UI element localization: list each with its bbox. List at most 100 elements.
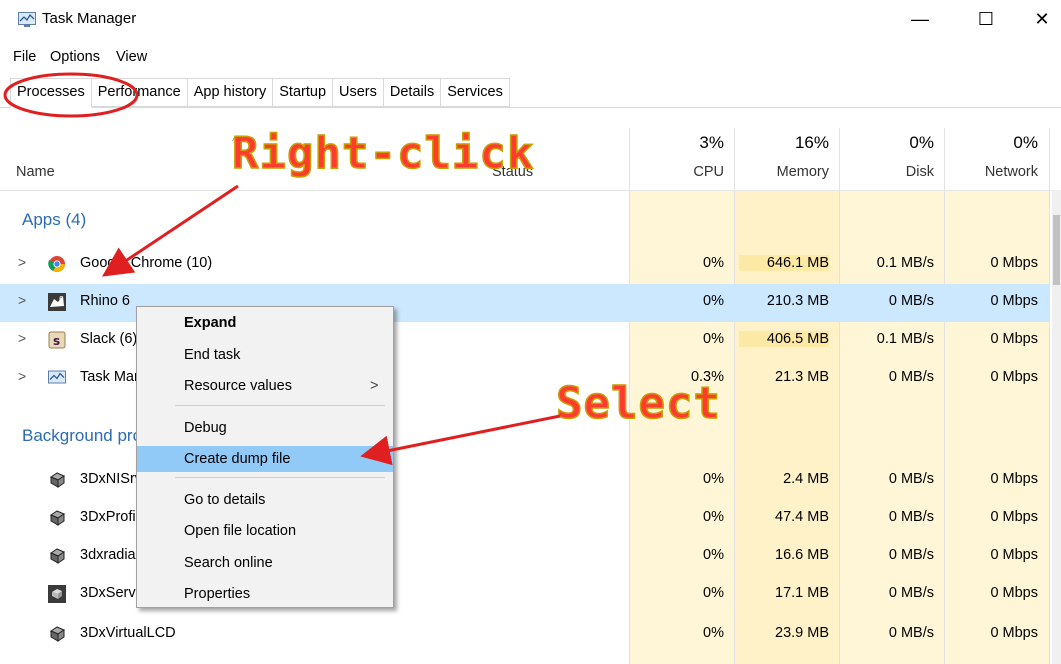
menu-item-go-to-details[interactable]: Go to details [137, 487, 393, 513]
chrome-icon [48, 256, 65, 272]
select-annotation: Select [555, 377, 721, 430]
memory-value: 17.1 MB [775, 585, 829, 601]
scrollbar-thumb[interactable] [1053, 215, 1060, 285]
svg-text:6: 6 [59, 295, 64, 303]
disk-header-percent[interactable]: 0% [844, 133, 934, 153]
cpu-header-percent[interactable]: 3% [634, 133, 724, 153]
context-menu: Expand End task Resource values > Debug C… [136, 306, 394, 608]
network-value: 0 Mbps [990, 293, 1038, 309]
menu-item-create-dump-file[interactable]: Create dump file [137, 446, 393, 472]
memory-value: 16.6 MB [775, 547, 829, 563]
menu-item-resource-values[interactable]: Resource values > [137, 373, 393, 399]
cpu-value: 0% [703, 293, 724, 309]
tab-users[interactable]: Users [333, 78, 384, 107]
network-value: 0 Mbps [990, 255, 1038, 271]
menu-options[interactable]: Options [50, 49, 100, 65]
disk-value: 0 MB/s [888, 471, 934, 487]
cube-app-icon [49, 548, 66, 564]
menu-item-debug[interactable]: Debug [137, 415, 393, 441]
process-name: 3DxVirtualLCD [80, 625, 176, 641]
submenu-arrow-icon: > [370, 378, 379, 394]
menu-item-end-task[interactable]: End task [137, 342, 393, 368]
minimize-button[interactable]: — [904, 6, 936, 32]
cpu-value: 0% [703, 625, 724, 641]
disk-value: 0 MB/s [888, 509, 934, 525]
cube-app-icon [49, 510, 66, 526]
process-name: Rhino 6 [80, 293, 130, 309]
menu-view[interactable]: View [116, 49, 147, 65]
menu-item-expand[interactable]: Expand [137, 310, 393, 336]
memory-value: 210.3 MB [766, 293, 829, 309]
cube-app-icon [48, 585, 66, 603]
network-value: 0 Mbps [990, 471, 1038, 487]
tab-startup[interactable]: Startup [273, 78, 334, 107]
memory-value: 23.9 MB [775, 625, 829, 641]
svg-text:s: s [53, 334, 60, 348]
arrow-to-create-dump [360, 414, 561, 466]
expand-chevron-icon[interactable]: > [18, 254, 26, 270]
cpu-value: 0% [703, 331, 724, 347]
menu-item-search-online[interactable]: Search online [137, 550, 393, 576]
table-row[interactable]: > Google Chrome (10) 0% 646.1 MB 0.1 MB/… [0, 246, 1050, 284]
expand-chevron-icon[interactable]: > [18, 368, 26, 384]
tab-circle-annotation [3, 72, 139, 118]
memory-column-header[interactable]: Memory [739, 164, 829, 180]
tab-details[interactable]: Details [383, 78, 442, 107]
cpu-value: 0% [703, 547, 724, 563]
expand-chevron-icon[interactable]: > [18, 330, 26, 346]
rhino-icon: 6 [48, 293, 66, 311]
task-manager-icon [18, 12, 36, 27]
menu-item-open-file-location[interactable]: Open file location [137, 518, 393, 544]
maximize-button[interactable]: ☐ [970, 6, 1002, 32]
apps-group-header[interactable]: Apps (4) [22, 210, 86, 230]
cpu-value: 0% [703, 585, 724, 601]
process-name: Slack (6) [80, 331, 138, 347]
memory-value: 2.4 MB [783, 471, 829, 487]
memory-header-percent[interactable]: 16% [739, 133, 829, 153]
network-header-percent[interactable]: 0% [948, 133, 1038, 153]
menu-file[interactable]: File [13, 49, 36, 65]
disk-value: 0 MB/s [888, 369, 934, 385]
menu-item-properties[interactable]: Properties [137, 581, 393, 607]
expand-chevron-icon[interactable]: > [18, 292, 26, 308]
menu-separator [175, 477, 385, 478]
cpu-value: 0% [703, 509, 724, 525]
process-name: Google Chrome (10) [80, 255, 213, 271]
disk-value: 0 MB/s [888, 547, 934, 563]
cpu-column-header[interactable]: CPU [634, 164, 724, 180]
network-value: 0 Mbps [990, 625, 1038, 641]
right-click-annotation: Right-click [231, 127, 535, 180]
name-column-header[interactable]: Name [16, 164, 55, 180]
memory-value: 406.5 MB [739, 331, 829, 347]
disk-value: 0.1 MB/s [876, 331, 934, 347]
cpu-value: 0% [703, 471, 724, 487]
tab-services[interactable]: Services [441, 78, 510, 107]
network-value: 0 Mbps [990, 509, 1038, 525]
disk-value: 0 MB/s [888, 625, 934, 641]
network-column-header[interactable]: Network [948, 164, 1038, 180]
menu-separator [175, 405, 385, 406]
network-value: 0 Mbps [990, 547, 1038, 563]
network-value: 0 Mbps [990, 369, 1038, 385]
window-title: Task Manager [42, 10, 137, 27]
network-value: 0 Mbps [990, 585, 1038, 601]
close-button[interactable]: ✕ [1026, 6, 1058, 32]
process-name: 3DxNISrv [80, 471, 143, 487]
cube-app-icon [49, 626, 66, 642]
disk-column-header[interactable]: Disk [844, 164, 934, 180]
tab-app-history[interactable]: App history [187, 78, 274, 107]
task-manager-icon [48, 370, 66, 384]
disk-value: 0 MB/s [888, 293, 934, 309]
disk-value: 0.1 MB/s [876, 255, 934, 271]
memory-value: 21.3 MB [775, 369, 829, 385]
cpu-value: 0% [703, 255, 724, 271]
memory-value: 646.1 MB [739, 255, 829, 271]
tab-divider [0, 107, 1061, 108]
table-row[interactable]: 3DxVirtualLCD 0% 23.9 MB 0 MB/s 0 Mbps [0, 616, 1050, 654]
disk-value: 0 MB/s [888, 585, 934, 601]
network-value: 0 Mbps [990, 331, 1038, 347]
memory-value: 47.4 MB [775, 509, 829, 525]
cube-app-icon [49, 472, 66, 488]
slack-icon: s [48, 331, 66, 349]
header-divider [0, 190, 1061, 191]
